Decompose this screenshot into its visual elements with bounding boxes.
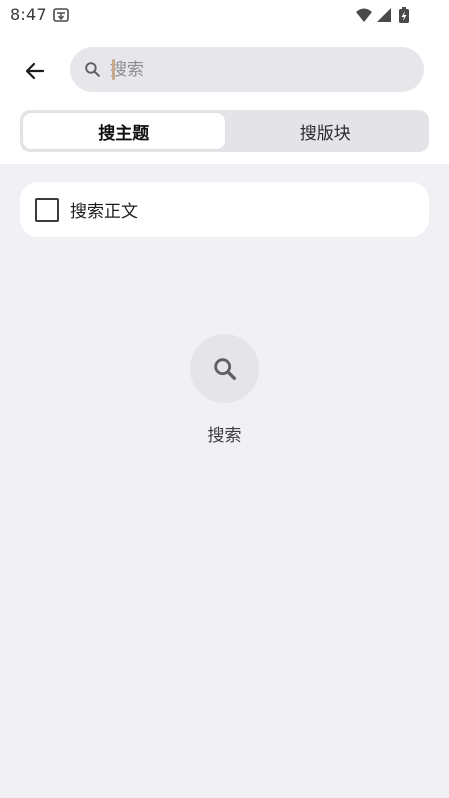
search-icon	[213, 357, 236, 380]
text-cursor	[112, 59, 115, 80]
status-bar: 8:47	[0, 0, 449, 30]
empty-state-label: 搜索	[207, 426, 242, 446]
empty-state-icon-circle	[190, 334, 259, 403]
search-body-label: 搜索正文	[70, 202, 138, 222]
tab-search-topic[interactable]: 搜主题	[23, 113, 225, 149]
status-icons	[356, 7, 409, 23]
status-time: 8:47	[10, 5, 47, 24]
notification-icon	[53, 8, 69, 22]
search-type-tabs: 搜主题 搜版块	[20, 110, 429, 152]
search-body-option[interactable]: 搜索正文	[20, 182, 429, 237]
wifi-icon	[356, 8, 372, 22]
tab-search-board[interactable]: 搜版块	[225, 113, 427, 149]
search-input[interactable]	[110, 47, 410, 92]
arrow-left-icon	[25, 62, 45, 80]
back-button[interactable]	[17, 53, 53, 89]
cellular-signal-icon	[377, 8, 391, 22]
search-icon	[85, 62, 100, 77]
search-box[interactable]	[70, 47, 424, 92]
battery-charging-icon	[399, 7, 409, 23]
search-body-checkbox[interactable]	[35, 197, 59, 222]
